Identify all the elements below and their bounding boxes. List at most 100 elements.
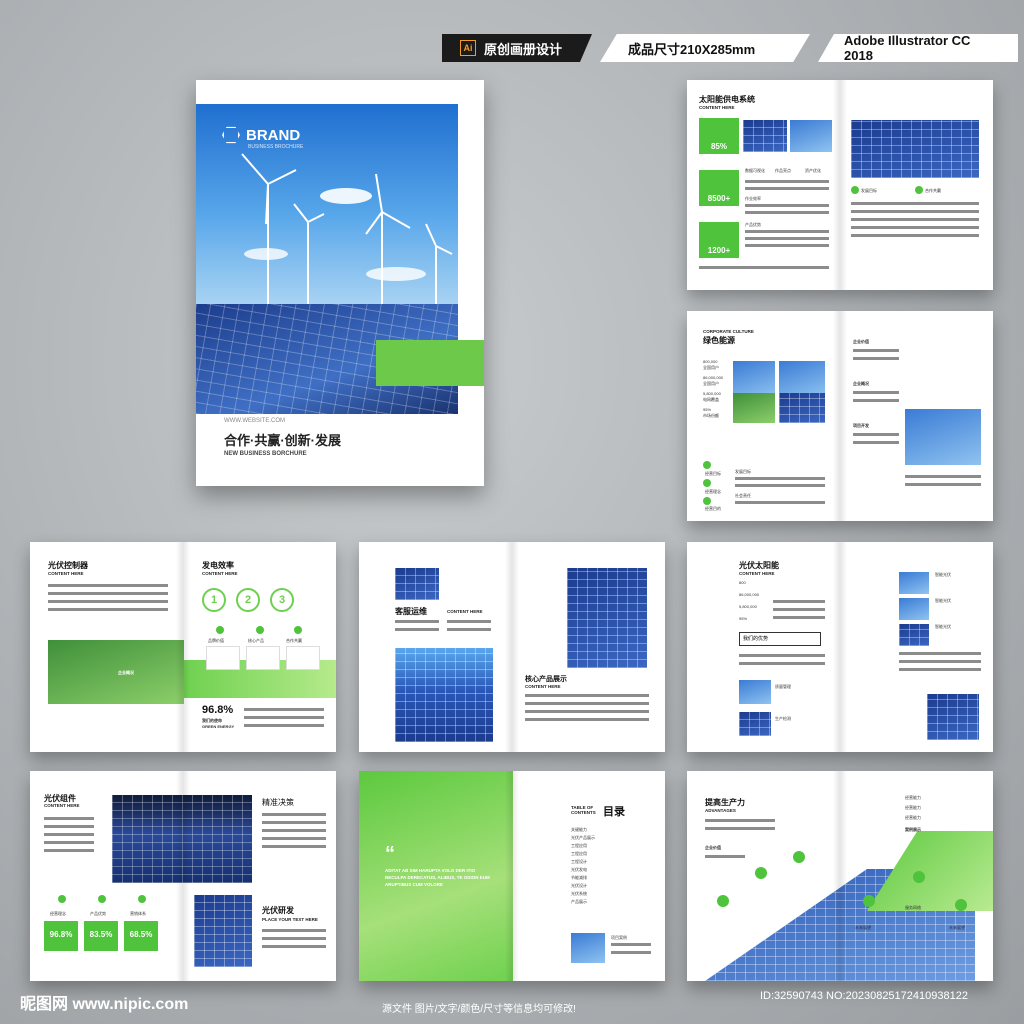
photo bbox=[779, 361, 825, 397]
photo-solar-large bbox=[567, 568, 647, 668]
text-line bbox=[773, 600, 825, 603]
photo-house-lawn bbox=[48, 640, 184, 704]
spread-title: 太阳能供电系统 bbox=[699, 95, 755, 104]
toc-item[interactable]: 光伏产品展示 bbox=[571, 835, 595, 841]
number-label: 全国用户 bbox=[703, 365, 719, 370]
label: 未来展望 bbox=[949, 925, 965, 930]
label: 产品优势 bbox=[745, 222, 761, 227]
spread-title: 光伏控制器 bbox=[48, 561, 88, 570]
text-line bbox=[745, 211, 829, 214]
stat-label: 经营理念 bbox=[50, 911, 66, 916]
number-label: 电网覆盖 bbox=[703, 397, 719, 402]
text-line bbox=[244, 724, 324, 727]
toc-item[interactable]: 工程设计 bbox=[571, 859, 587, 865]
text-line bbox=[853, 357, 899, 360]
text-line bbox=[262, 929, 326, 932]
section-header: 精准决策 bbox=[262, 798, 294, 807]
toc-item[interactable]: 节能减排 bbox=[571, 875, 587, 881]
circle-number: 3 bbox=[270, 588, 294, 612]
text-line bbox=[851, 234, 979, 237]
text-line bbox=[525, 718, 649, 721]
label: 智能光伏 bbox=[935, 598, 951, 603]
toc-item[interactable]: 光伏系统 bbox=[571, 891, 587, 897]
text-line bbox=[853, 399, 899, 402]
text-line bbox=[905, 475, 981, 478]
text-line bbox=[262, 937, 326, 940]
label: 发展目标 bbox=[735, 469, 751, 474]
icon-label: 品牌价值 bbox=[208, 638, 224, 643]
photo bbox=[733, 361, 775, 397]
toc-item[interactable]: 工程应用 bbox=[571, 843, 587, 849]
toc-item[interactable]: 产品展示 bbox=[571, 899, 587, 905]
stat-box: 8500+ bbox=[699, 170, 739, 206]
spread-title-en: CORPORATE CULTURE bbox=[703, 329, 754, 334]
text-line bbox=[447, 620, 491, 623]
tag-size: 成品尺寸210X285mm bbox=[600, 34, 810, 62]
vertical-title: TABLE OF CONTENTS bbox=[527, 827, 533, 881]
text-line bbox=[745, 244, 829, 247]
watermark-logo: 昵图网 www.nipic.com bbox=[20, 996, 189, 1013]
illustrator-icon: Ai bbox=[460, 40, 476, 56]
photo bbox=[899, 624, 929, 646]
photo-tanks bbox=[739, 680, 771, 704]
icon-label: 核心产品 bbox=[248, 638, 264, 643]
check-icon bbox=[851, 186, 859, 194]
spread-title: 光伏太阳能 bbox=[739, 561, 779, 570]
stat-box: 83.5% bbox=[84, 921, 118, 951]
spread-subtitle: CONTENT HERE bbox=[48, 571, 84, 576]
photo-worker bbox=[927, 694, 979, 740]
brand-name: BRAND bbox=[246, 126, 301, 144]
photo bbox=[899, 572, 929, 594]
text-line bbox=[773, 608, 825, 611]
top-bar: Ai 原创画册设计 成品尺寸210X285mm Adobe Illustrato… bbox=[442, 34, 1018, 62]
text-line bbox=[735, 477, 825, 480]
text-line bbox=[48, 608, 168, 611]
toc-title: 目录 bbox=[603, 806, 625, 818]
spread-title: 绿色能源 bbox=[703, 336, 735, 345]
advantages-box: 我们的优势 bbox=[739, 632, 821, 646]
bullet-icon bbox=[703, 497, 711, 505]
text-line bbox=[262, 837, 326, 840]
photo-solar-field bbox=[194, 895, 252, 967]
send-icon bbox=[955, 899, 967, 911]
icon bbox=[98, 895, 106, 903]
photo-handshake bbox=[733, 393, 775, 423]
brand-logo: BRAND bbox=[222, 126, 300, 144]
text-line bbox=[899, 660, 981, 663]
photo-solar-sky bbox=[395, 648, 493, 742]
label: 经营理念 bbox=[705, 489, 721, 494]
label: 作品亮点 bbox=[775, 168, 791, 173]
text-line bbox=[899, 652, 981, 655]
toc-item[interactable]: 光伏设计 bbox=[571, 883, 587, 889]
text-line bbox=[262, 821, 326, 824]
text-line bbox=[739, 662, 825, 665]
circle-number: 1 bbox=[202, 588, 226, 612]
text-line bbox=[739, 654, 825, 657]
photo bbox=[899, 598, 929, 620]
spread-subtitle: CONTENT HERE bbox=[44, 803, 80, 808]
icon-card bbox=[286, 646, 320, 670]
toc-item[interactable]: 工程应用 bbox=[571, 851, 587, 857]
text-line bbox=[705, 819, 775, 822]
brand-subtitle: BUSINESS BROCHURE bbox=[248, 144, 304, 150]
icon-card bbox=[206, 646, 240, 670]
toc-item[interactable]: 关键能力 bbox=[571, 827, 587, 833]
tag-original-design-label: 原创画册设计 bbox=[484, 41, 563, 57]
number: 5,800,000 bbox=[739, 604, 757, 609]
tag-original-design: Ai 原创画册设计 bbox=[442, 34, 592, 62]
text-line bbox=[525, 710, 649, 713]
spread-subtitle-2: CONTENT HERE bbox=[525, 684, 561, 689]
text-line bbox=[735, 501, 825, 504]
icon bbox=[58, 895, 66, 903]
stat-value: 96.8% bbox=[202, 704, 234, 716]
number: 86,000,000 bbox=[739, 592, 760, 597]
toc-item[interactable]: 光伏发电 bbox=[571, 867, 587, 873]
stat-box: 1200+ bbox=[699, 222, 739, 258]
photo-turbines bbox=[905, 409, 981, 465]
text-line bbox=[44, 833, 94, 836]
product-icon bbox=[256, 626, 264, 634]
text-line bbox=[705, 827, 775, 830]
section-header: 企业价值 bbox=[853, 339, 869, 344]
label: 资产优化 bbox=[805, 168, 821, 173]
text-line bbox=[705, 855, 745, 858]
